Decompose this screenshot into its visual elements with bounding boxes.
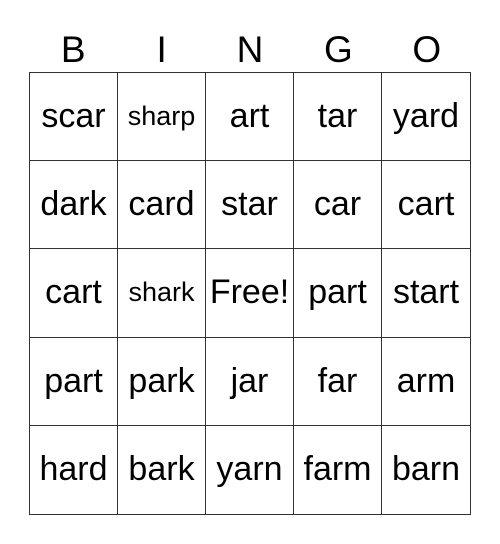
- bingo-cell[interactable]: barn: [382, 426, 470, 514]
- bingo-cell[interactable]: bark: [118, 425, 206, 514]
- bingo-cell[interactable]: card: [118, 161, 206, 250]
- header-letter-n: N: [236, 29, 264, 70]
- bingo-cell[interactable]: yarn: [206, 425, 294, 514]
- bingo-cell[interactable]: part: [30, 337, 118, 426]
- bingo-header: B I N G O: [29, 28, 471, 72]
- bingo-cell[interactable]: farm: [294, 425, 382, 514]
- header-letter-g: G: [323, 29, 353, 70]
- bingo-cell[interactable]: far: [294, 337, 382, 426]
- header-letter-i: I: [156, 29, 167, 70]
- bingo-grid: scar sharp art tar yard dark card star car cart ca…: [29, 72, 471, 515]
- bingo-cell[interactable]: part: [294, 249, 382, 338]
- bingo-cell[interactable]: star: [206, 161, 294, 250]
- header-letter-b: B: [60, 29, 86, 70]
- bingo-cell[interactable]: start: [382, 249, 470, 338]
- bingo-cell[interactable]: art: [206, 73, 294, 162]
- bingo-cell[interactable]: scar: [30, 73, 118, 162]
- bingo-cell[interactable]: dark: [30, 161, 118, 250]
- bingo-cell[interactable]: cart: [30, 249, 118, 338]
- bingo-cell[interactable]: hard: [30, 425, 118, 514]
- free-space-cell[interactable]: Free!: [206, 249, 294, 338]
- bingo-cell[interactable]: tar: [294, 73, 382, 162]
- bingo-cell[interactable]: jar: [206, 337, 294, 426]
- bingo-cell[interactable]: car: [294, 161, 382, 250]
- bingo-cell[interactable]: yard: [382, 73, 470, 162]
- header-letter-o: O: [412, 29, 442, 70]
- bingo-cell[interactable]: arm: [382, 338, 470, 426]
- bingo-cell[interactable]: park: [118, 337, 206, 426]
- bingo-cell[interactable]: sharp: [118, 73, 206, 162]
- bingo-cell[interactable]: shark: [118, 249, 206, 338]
- bingo-cell[interactable]: cart: [382, 161, 470, 250]
